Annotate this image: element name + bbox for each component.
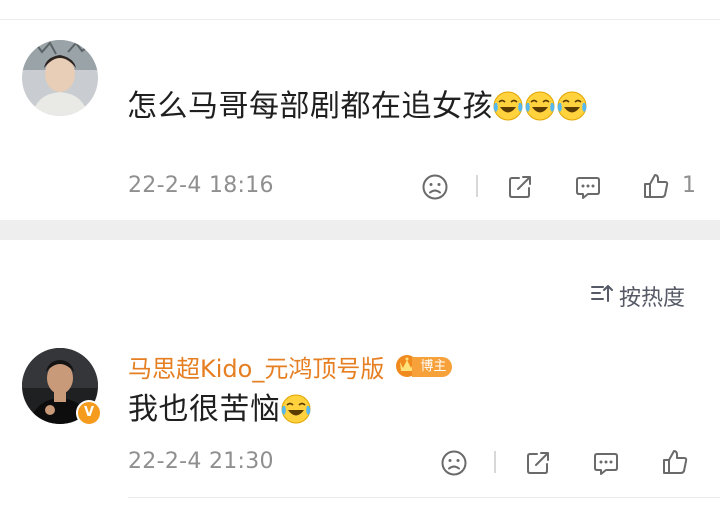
avatar[interactable] [22,40,98,116]
username-link[interactable]: 马思超Kido_元鸿顶号版 [128,349,384,384]
sort-icon [589,280,615,312]
laugh-cry-emoji-icon [555,88,589,122]
share-icon[interactable] [505,172,535,202]
laugh-cry-emoji-icon [491,88,525,122]
laugh-cry-emoji-icon [523,88,557,122]
laugh-cry-emoji-icon [279,391,313,425]
bottom-divider [128,497,720,498]
comment-text-body: 我也很苦恼 [128,392,281,427]
comment-text: 我也很苦恼 [128,391,313,428]
sort-label: 按热度 [619,286,686,311]
top-divider [0,19,720,20]
action-separator [494,451,496,473]
share-icon[interactable] [523,448,553,478]
comment-text: 怎么马哥每部剧都在追女孩 [127,88,589,125]
reply-comment-icon[interactable] [573,172,603,202]
like-thumb-icon[interactable] [641,171,671,201]
like-thumb-icon[interactable] [660,447,690,477]
verified-badge: V [76,400,102,426]
sad-face-icon[interactable] [439,448,469,478]
reply-comment-icon[interactable] [591,448,621,478]
like-count: 1 [682,173,696,198]
sad-face-icon[interactable] [420,172,450,202]
action-separator [476,175,478,197]
comment-author-row: 马思超Kido_元鸿顶号版 博主 [128,349,453,384]
comment-timestamp: 22-2-4 18:16 [128,173,274,198]
comment-timestamp: 22-2-4 21:30 [128,449,274,474]
sort-by-hot-button[interactable]: 按热度 [589,280,685,312]
blogger-badge: 博主 [394,352,453,382]
comment-text-body: 怎么马哥每部剧都在追女孩 [127,89,493,124]
blogger-label: 博主 [412,356,453,377]
section-divider [0,220,720,240]
